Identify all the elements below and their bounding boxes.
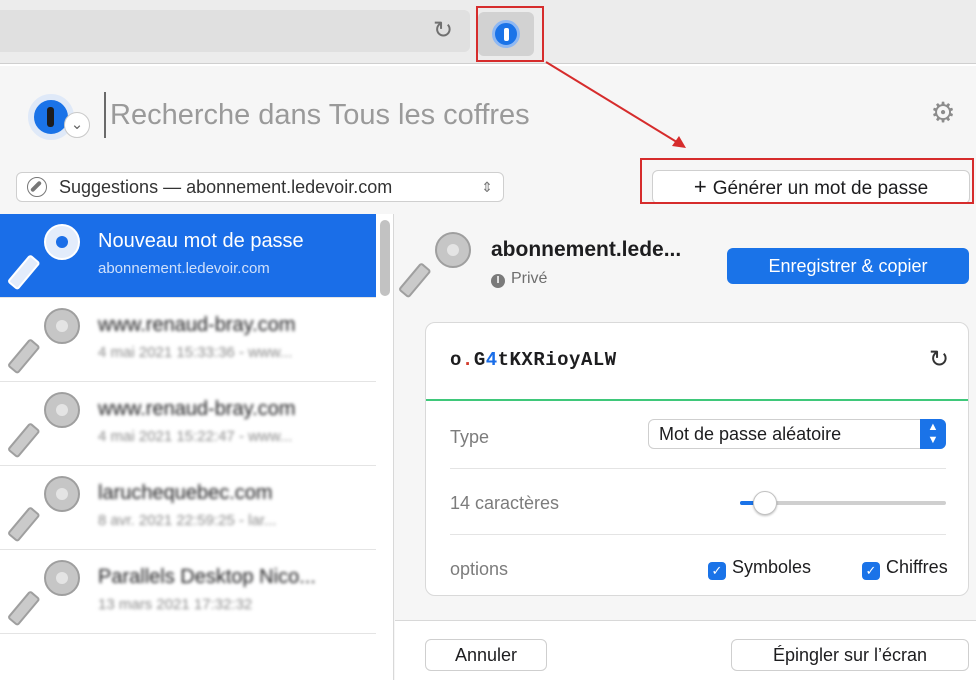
generated-password[interactable]: o.G4tKXRioyALW: [450, 349, 617, 371]
key-icon: [6, 476, 80, 543]
length-label: 14 caractères: [450, 493, 560, 513]
regenerate-icon[interactable]: ↻: [926, 345, 952, 375]
generated-password-row: o.G4tKXRioyALW ↻: [426, 323, 968, 401]
pin-to-screen-button[interactable]: Épingler sur l’écran: [731, 639, 969, 671]
cancel-button[interactable]: Annuler: [425, 639, 547, 671]
compass-icon: [27, 177, 47, 197]
list-item[interactable]: www.renaud-bray.com 4 mai 2021 15:33:36 …: [0, 298, 376, 382]
symbols-checkbox[interactable]: ✓ Symboles: [708, 557, 811, 580]
symbols-label: Symboles: [732, 557, 812, 577]
detail-pane: abonnement.lede... I Privé Enregistrer & …: [395, 214, 976, 680]
key-icon: [6, 224, 80, 291]
type-row: Type Mot de passe aléatoire ▲ ▼: [450, 403, 946, 469]
annotation-highlight-generate: [640, 158, 974, 204]
list-item-title: www.renaud-bray.com: [98, 314, 296, 336]
reload-icon[interactable]: ↻: [428, 16, 458, 46]
key-icon: [6, 392, 80, 459]
item-list: Nouveau mot de passe abonnement.ledevoir…: [0, 214, 394, 680]
suggestions-label: Suggestions — abonnement.ledevoir.com: [59, 177, 393, 197]
checkmark-icon: ✓: [708, 562, 726, 580]
chevron-up-down-icon: ▲ ▼: [920, 419, 946, 449]
password-type-value: Mot de passe aléatoire: [659, 424, 842, 444]
list-item-subtitle: 8 avr. 2021 22:59:25 - lar...: [98, 512, 277, 529]
options-label: options: [450, 559, 509, 579]
search-input[interactable]: [104, 92, 864, 138]
key-icon: [6, 308, 80, 375]
list-item[interactable]: Parallels Desktop Nico... 13 mars 2021 1…: [0, 550, 376, 634]
password-generator-card: o.G4tKXRioyALW ↻ Type Mot de passe aléat…: [425, 322, 969, 596]
gear-icon[interactable]: ⚙: [928, 98, 958, 128]
list-item[interactable]: Nouveau mot de passe abonnement.ledevoir…: [0, 214, 376, 298]
list-item-subtitle: 4 mai 2021 15:33:36 - www...: [98, 344, 293, 361]
list-item-title: Parallels Desktop Nico...: [98, 566, 316, 588]
list-item-subtitle: 4 mai 2021 15:22:47 - www...: [98, 428, 293, 445]
save-copy-button[interactable]: Enregistrer & copier: [727, 248, 969, 284]
list-item[interactable]: www.renaud-bray.com 4 mai 2021 15:22:47 …: [0, 382, 376, 466]
list-item-subtitle: 13 mars 2021 17:32:32: [98, 596, 253, 613]
list-item-subtitle: abonnement.ledevoir.com: [98, 260, 270, 277]
vault-icon: I: [491, 274, 505, 288]
type-label: Type: [450, 427, 490, 447]
key-icon: [6, 560, 80, 627]
digits-label: Chiffres: [886, 557, 948, 577]
item-title: abonnement.lede...: [491, 238, 682, 261]
suggestions-filter-select[interactable]: Suggestions — abonnement.ledevoir.com ⇕: [16, 172, 504, 202]
list-item-title: www.renaud-bray.com: [98, 398, 296, 420]
annotation-highlight-extension: [476, 6, 544, 62]
detail-footer: Annuler Épingler sur l’écran: [395, 620, 976, 680]
vault-name: Privé: [511, 270, 548, 287]
chevron-up-down-icon: ⇕: [481, 179, 493, 195]
chevron-down-icon[interactable]: ⌄: [64, 112, 90, 138]
key-icon: [397, 232, 477, 302]
digits-checkbox[interactable]: ✓ Chiffres: [862, 557, 948, 580]
options-row: options ✓ Symboles ✓ Chiffres: [450, 535, 948, 595]
vault-label: I Privé: [491, 270, 547, 288]
checkmark-icon: ✓: [862, 562, 880, 580]
list-item-title: laruchequebec.com: [98, 482, 273, 504]
length-slider[interactable]: [740, 491, 946, 515]
slider-thumb[interactable]: [752, 491, 777, 515]
password-type-select[interactable]: Mot de passe aléatoire ▲ ▼: [648, 419, 946, 449]
list-item[interactable]: laruchequebec.com 8 avr. 2021 22:59:25 -…: [0, 466, 376, 550]
list-item-title: Nouveau mot de passe: [98, 230, 304, 252]
list-scrollbar[interactable]: [380, 220, 390, 296]
length-row: 14 caractères: [450, 469, 946, 535]
address-bar[interactable]: [0, 10, 470, 52]
